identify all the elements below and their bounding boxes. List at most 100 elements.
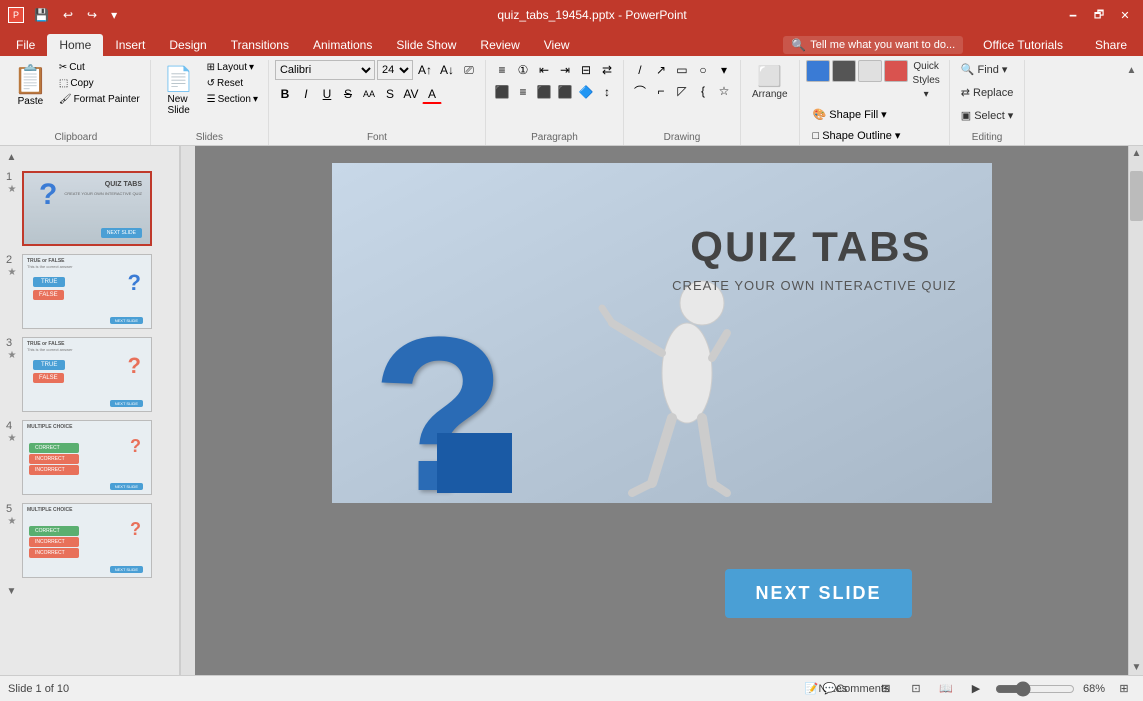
undo-button[interactable]: ↩ xyxy=(59,6,77,24)
slides-col: 📄 NewSlide xyxy=(157,60,201,121)
shapes-more[interactable]: ▾ xyxy=(714,60,734,80)
qs-swatch-4[interactable] xyxy=(884,60,908,82)
copy-button[interactable]: ⬚ Copy xyxy=(55,76,144,91)
slide-thumbnail-2[interactable]: 2 ★ TRUE or FALSE This is the correct an… xyxy=(4,252,175,331)
share-button[interactable]: Share xyxy=(1083,34,1139,56)
shape-outline-button[interactable]: □ Shape Outline ▾ xyxy=(806,126,914,145)
align-center-button[interactable]: ≡ xyxy=(513,82,533,102)
align-right-button[interactable]: ⬛ xyxy=(534,82,554,102)
tab-slideshow[interactable]: Slide Show xyxy=(384,34,468,56)
tab-home[interactable]: Home xyxy=(47,34,103,56)
shape-fill-button[interactable]: 🎨 Shape Fill ▾ xyxy=(806,105,914,124)
slides-scroll-down[interactable]: ▼ xyxy=(4,584,19,599)
line-spacing-button[interactable]: ↕ xyxy=(597,82,617,102)
thumb2-false: FALSE xyxy=(33,290,64,300)
slide-sorter-button[interactable]: ⊡ xyxy=(905,680,927,698)
tab-insert[interactable]: Insert xyxy=(103,34,157,56)
columns-button[interactable]: ⊟ xyxy=(576,60,596,80)
canvas-scroll-down[interactable]: ▼ xyxy=(1129,660,1143,675)
font-size-select[interactable]: 24 xyxy=(377,60,413,80)
thumb1-btn: NEXT SLIDE xyxy=(101,228,142,238)
normal-view-button[interactable]: ⊞ xyxy=(875,680,897,698)
strikethrough-button[interactable]: S xyxy=(338,84,358,104)
justify-button[interactable]: ⬛ xyxy=(555,82,575,102)
text-direction-button[interactable]: ⇄ xyxy=(597,60,617,80)
slide-panel: ▲ 1 ★ ? QUIZ TABS CREATE YOUR OWN INTERA… xyxy=(0,146,180,675)
find-button[interactable]: 🔍 Find ▾ xyxy=(956,60,1019,79)
office-tutorials-link[interactable]: Office Tutorials xyxy=(971,34,1075,56)
canvas-scroll-thumb[interactable] xyxy=(1130,171,1143,221)
reading-view-button[interactable]: 📖 xyxy=(935,680,957,698)
shape-extra[interactable]: ☆ xyxy=(714,81,734,101)
redo-button[interactable]: ↪ xyxy=(83,6,101,24)
restore-button[interactable]: 🗗 xyxy=(1089,5,1109,25)
zoom-slider[interactable] xyxy=(995,681,1075,697)
shadow-button[interactable]: S xyxy=(380,84,400,104)
font-increase-button[interactable]: A↑ xyxy=(415,60,435,80)
save-button[interactable]: 💾 xyxy=(30,6,53,24)
replace-button[interactable]: ⇄ Replace xyxy=(956,83,1019,102)
shape-bent[interactable]: ⌐ xyxy=(651,81,671,101)
qs-swatch-1[interactable] xyxy=(806,60,830,82)
customize-qat-button[interactable]: ▾ xyxy=(107,6,121,24)
next-slide-button[interactable]: NEXT SLIDE xyxy=(725,569,911,618)
section-button[interactable]: ☰ Section ▾ xyxy=(203,92,262,107)
arrange-button[interactable]: ⬜ Arrange xyxy=(747,60,793,104)
cut-button[interactable]: ✂ Cut xyxy=(55,60,144,75)
fit-window-button[interactable]: ⊞ xyxy=(1113,680,1135,698)
italic-button[interactable]: I xyxy=(296,84,316,104)
canvas-scroll-up[interactable]: ▲ xyxy=(1129,146,1143,161)
decrease-indent-button[interactable]: ⇤ xyxy=(534,60,554,80)
clear-format-button[interactable]: ⎚ xyxy=(459,60,479,80)
tab-design[interactable]: Design xyxy=(157,34,218,56)
shape-rect[interactable]: ▭ xyxy=(672,60,692,80)
paste-button[interactable]: 📋 Paste xyxy=(8,60,53,110)
comments-button[interactable]: 💬 Comments xyxy=(845,680,867,698)
shape-circle[interactable]: ○ xyxy=(693,60,713,80)
slideshow-button[interactable]: ▶ xyxy=(965,680,987,698)
new-slide-button[interactable]: 📄 NewSlide xyxy=(157,60,201,121)
align-left-button[interactable]: ⬛ xyxy=(492,82,512,102)
shape-curve[interactable]: ⌒ xyxy=(630,81,650,101)
bold-button[interactable]: B xyxy=(275,84,295,104)
tab-transitions[interactable]: Transitions xyxy=(219,34,301,56)
qs-swatch-2[interactable] xyxy=(832,60,856,82)
font-decrease-button[interactable]: A↓ xyxy=(437,60,457,80)
close-button[interactable]: ✕ xyxy=(1115,5,1135,25)
comments-icon: 💬 xyxy=(823,682,837,695)
font-color-button[interactable]: A xyxy=(422,84,442,104)
layout-button[interactable]: ⊞ Layout ▾ xyxy=(203,60,262,75)
reset-button[interactable]: ↺ Reset xyxy=(203,76,262,91)
notes-icon: 📝 xyxy=(805,682,819,695)
shape-brace[interactable]: { xyxy=(693,81,713,101)
ribbon-collapse-button[interactable]: ▲ xyxy=(1124,60,1139,80)
tab-file[interactable]: File xyxy=(4,34,47,56)
shape-freeform[interactable]: ◸ xyxy=(672,81,692,101)
slides-scroll-up[interactable]: ▲ xyxy=(4,150,19,165)
slide-thumbnail-3[interactable]: 3 ★ TRUE or FALSE This is the correct an… xyxy=(4,335,175,414)
ribbon-group-arrange: ⬜ Arrange xyxy=(743,60,800,145)
slide-thumbnail-1[interactable]: 1 ★ ? QUIZ TABS CREATE YOUR OWN INTERACT… xyxy=(4,169,175,248)
font-family-select[interactable]: Calibri xyxy=(275,60,375,80)
increase-indent-button[interactable]: ⇥ xyxy=(555,60,575,80)
status-right: 📝 Notes 💬 Comments ⊞ ⊡ 📖 ▶ 68% ⊞ xyxy=(815,680,1135,698)
shape-arrow[interactable]: ↗ xyxy=(651,60,671,80)
quick-styles-button[interactable]: Quick Styles ▾ xyxy=(910,60,943,101)
bullets-button[interactable]: ≡ xyxy=(492,60,512,80)
clipboard-content: 📋 Paste ✂ Cut ⬚ Copy 🖌 Format Painter xyxy=(8,60,144,130)
minimize-button[interactable]: 🗕 xyxy=(1063,5,1083,25)
small-caps-button[interactable]: AА xyxy=(359,84,379,104)
numbering-button[interactable]: ① xyxy=(513,60,533,80)
slide-thumbnail-4[interactable]: 4 ★ MULTIPLE CHOICE CORRECT INCORRECT IN… xyxy=(4,418,175,497)
char-spacing-button[interactable]: AV xyxy=(401,84,421,104)
format-painter-button[interactable]: 🖌 Format Painter xyxy=(55,92,144,107)
tab-view[interactable]: View xyxy=(532,34,582,56)
convert-smartart-button[interactable]: 🔷 xyxy=(576,82,596,102)
select-button[interactable]: ▣ Select ▾ xyxy=(956,106,1019,125)
tab-review[interactable]: Review xyxy=(468,34,531,56)
shape-line[interactable]: / xyxy=(630,60,650,80)
underline-button[interactable]: U xyxy=(317,84,337,104)
tab-animations[interactable]: Animations xyxy=(301,34,384,56)
qs-swatch-3[interactable] xyxy=(858,60,882,82)
slide-thumbnail-5[interactable]: 5 ★ MULTIPLE CHOICE CORRECT INCORRECT IN… xyxy=(4,501,175,580)
